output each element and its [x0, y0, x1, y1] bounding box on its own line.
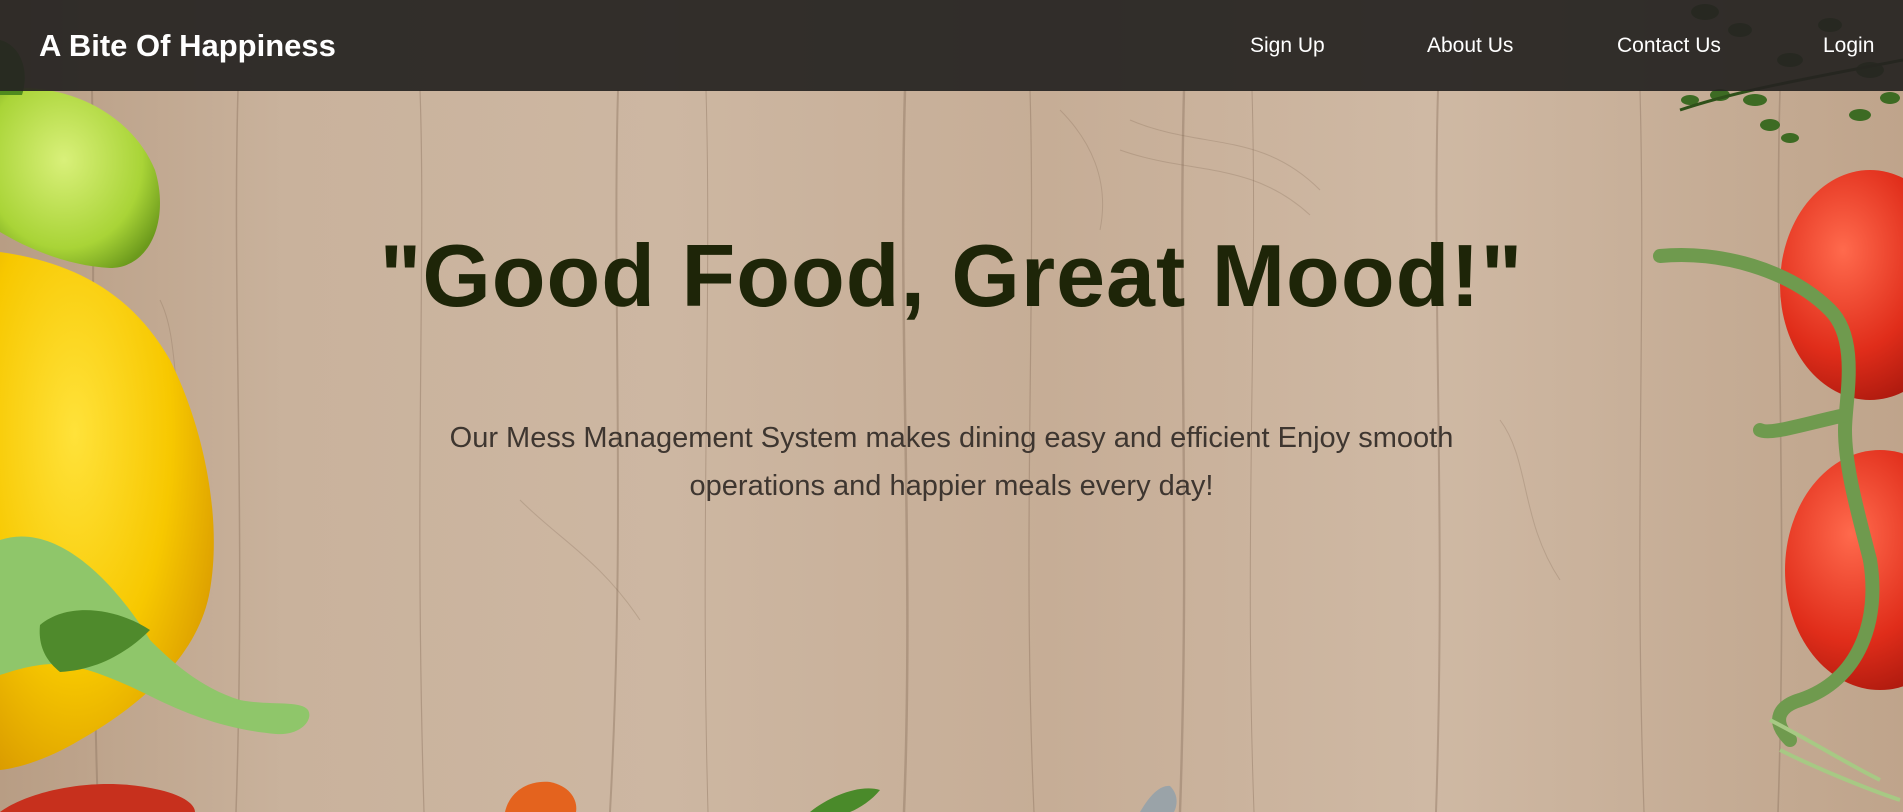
nav-sign-up-link[interactable]: Sign Up	[1250, 33, 1325, 59]
hero-section: "Good Food, Great Mood!" Our Mess Manage…	[0, 0, 1903, 812]
hero-subtitle: Our Mess Management System makes dining …	[449, 422, 1454, 502]
hero-title: "Good Food, Great Mood!"	[379, 226, 1524, 325]
nav-about-us-link[interactable]: About Us	[1427, 33, 1513, 59]
brand-logo-text[interactable]: A Bite Of Happiness	[39, 27, 336, 65]
nav-contact-us-link[interactable]: Contact Us	[1617, 33, 1721, 59]
nav-login-link[interactable]: Login	[1823, 33, 1874, 59]
page: A Bite Of Happiness Sign Up About Us Con…	[0, 0, 1903, 812]
top-navbar: A Bite Of Happiness Sign Up About Us Con…	[0, 0, 1903, 91]
